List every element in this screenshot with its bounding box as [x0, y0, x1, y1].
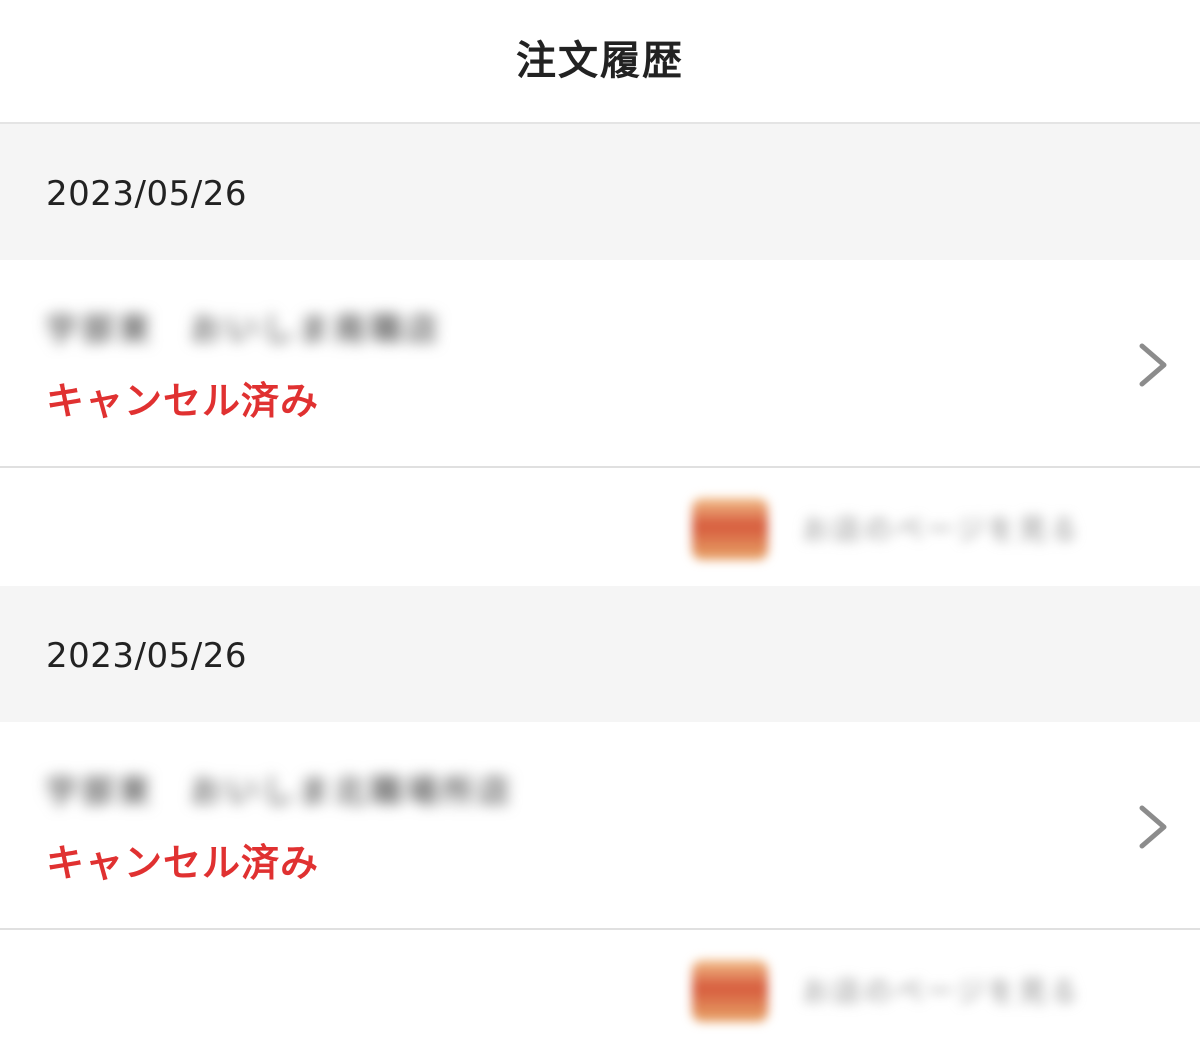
order-status: キャンセル済み	[46, 841, 320, 885]
store-page-link-label: お店のページを見る	[802, 513, 1081, 546]
store-name: 宇部東 おいしま北職場所店	[46, 772, 515, 810]
store-thumbnail-icon	[692, 498, 768, 560]
store-page-link-label: お店のページを見る	[802, 975, 1081, 1008]
store-thumbnail-icon	[692, 960, 768, 1022]
store-name: 宇部東 おいしま南職店	[46, 310, 443, 348]
chevron-right-icon[interactable]	[1132, 804, 1172, 850]
order-date: 2023/05/26	[46, 636, 247, 676]
order-group-2: 2023/05/26 宇部東 おいしま北職場所店 キャンセル済み お店のページを…	[0, 586, 1200, 1048]
order-date-header: 2023/05/26	[0, 124, 1200, 260]
order-date-header: 2023/05/26	[0, 586, 1200, 722]
order-item[interactable]: 宇部東 おいしま北職場所店 キャンセル済み	[0, 722, 1200, 930]
order-status: キャンセル済み	[46, 379, 320, 423]
store-page-link[interactable]: お店のページを見る	[0, 468, 1200, 586]
store-page-link[interactable]: お店のページを見る	[0, 930, 1200, 1048]
chevron-right-icon[interactable]	[1132, 342, 1172, 388]
app-header: 注文履歴	[0, 0, 1200, 124]
order-group-1: 2023/05/26 宇部東 おいしま南職店 キャンセル済み お店のページを見る	[0, 124, 1200, 586]
order-item[interactable]: 宇部東 おいしま南職店 キャンセル済み	[0, 260, 1200, 468]
order-date: 2023/05/26	[46, 174, 247, 214]
page-title: 注文履歴	[516, 38, 684, 84]
